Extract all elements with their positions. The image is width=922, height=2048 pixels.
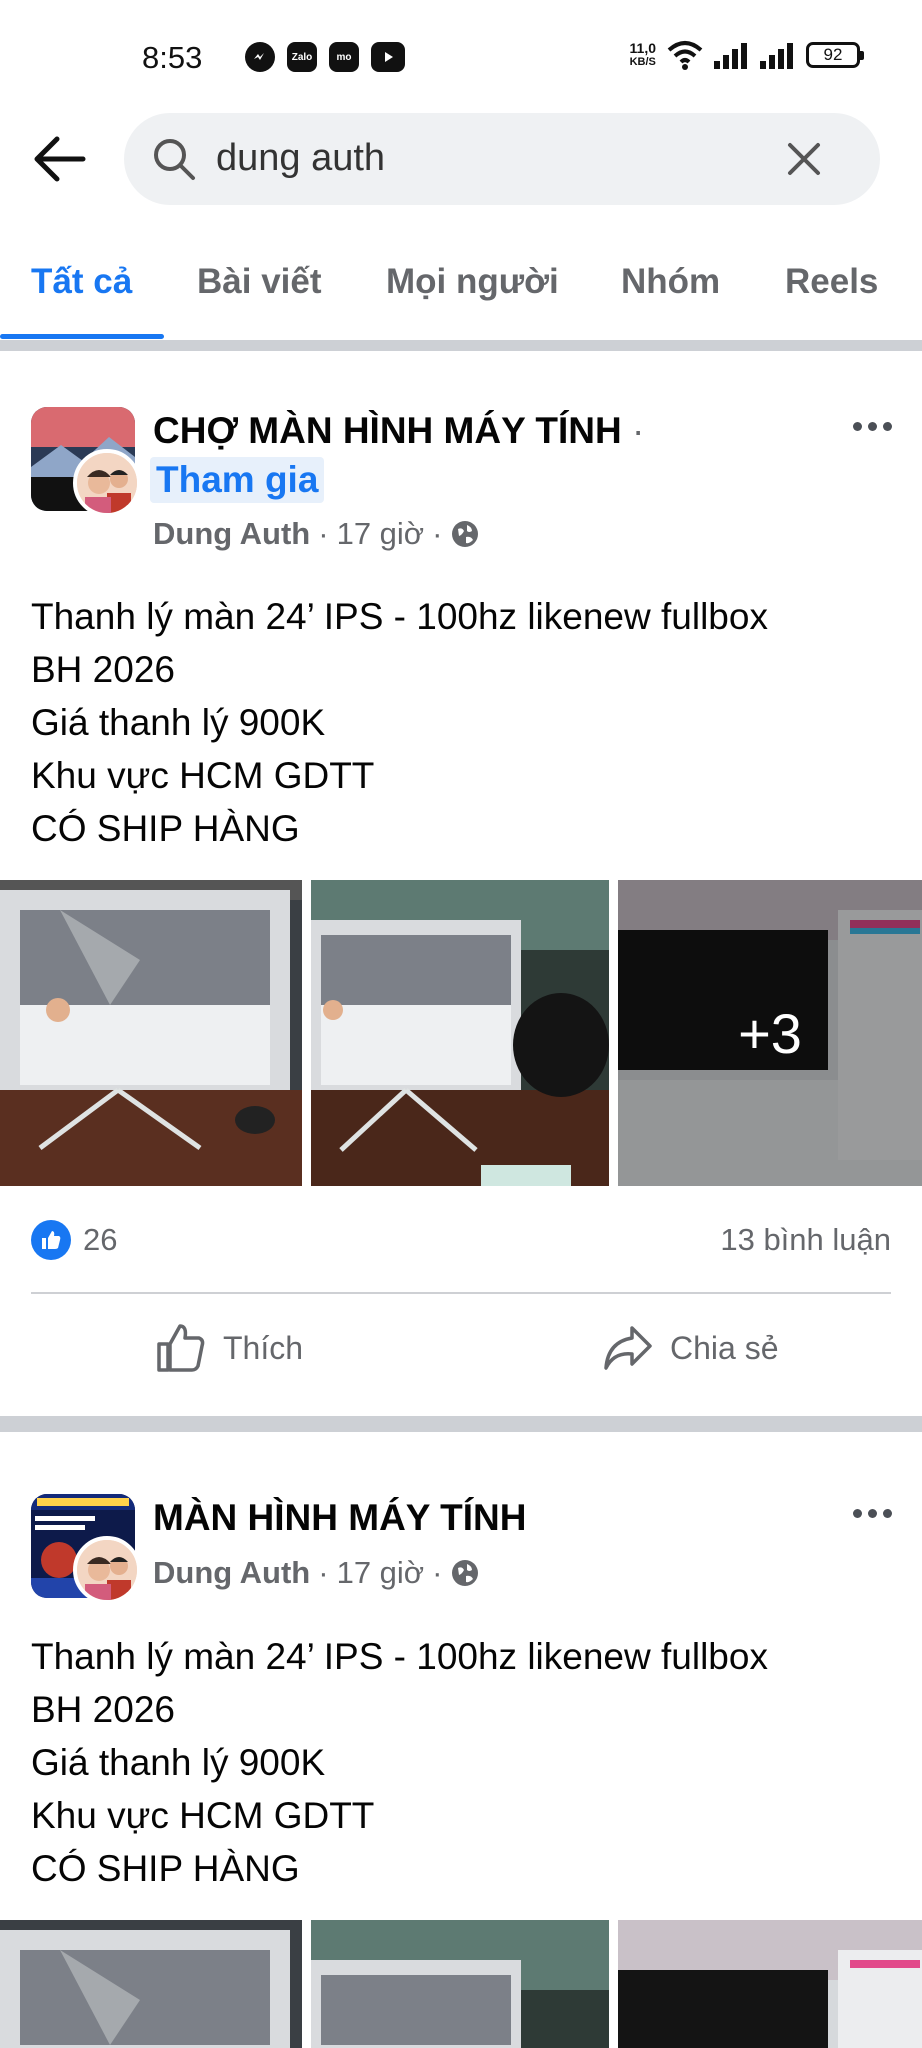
section-divider [0,1416,922,1432]
author-name[interactable]: Dung Auth [153,1555,310,1591]
photo-grid [0,1920,922,2048]
meta-dot: · [318,1555,329,1590]
post-text: Thanh lý màn 24’ IPS - 100hz likenew ful… [31,590,768,855]
group-avatar[interactable] [31,407,141,517]
close-icon[interactable] [784,139,824,179]
status-time: 8:53 [142,40,203,75]
meta-dot: · [432,1555,443,1590]
group-name[interactable]: CHỢ MÀN HÌNH MÁY TÍNH · [153,410,644,452]
thumbs-up-icon [157,1324,205,1372]
signal-icon-1 [714,43,747,69]
more-photos-overlay: +3 [618,880,922,1186]
back-button[interactable] [28,128,90,190]
battery-icon: 92 [806,42,864,68]
post-time: 17 giờ [336,516,425,551]
post-line: Khu vực HCM GDTT [31,755,375,796]
messenger-icon [245,42,275,72]
more-options-icon[interactable] [853,1509,892,1518]
section-divider [0,340,922,351]
tab-groups[interactable]: Nhóm [621,262,720,302]
post-line: BH 2026 [31,649,175,690]
post-line: BH 2026 [31,1689,175,1730]
tab-posts[interactable]: Bài viết [197,262,322,302]
status-right: 11,0 KB/S 92 [630,40,864,70]
group-avatar[interactable] [31,1494,141,1604]
post-photo-more[interactable]: +3 [618,880,922,1186]
globe-icon [452,521,479,547]
arrow-left-icon [34,136,86,182]
network-speed-unit: KB/S [629,56,656,68]
post-text: Thanh lý màn 24’ IPS - 100hz likenew ful… [31,1630,768,1895]
like-count[interactable]: 26 [83,1222,117,1258]
post-line: Thanh lý màn 24’ IPS - 100hz likenew ful… [31,596,768,637]
zalo-icon: Zalo [287,42,317,72]
post-meta: Dung Auth · 17 giờ · [153,516,480,552]
signal-icon-2 [760,43,793,69]
stats-divider [31,1292,891,1294]
meta-dot: · [432,516,443,551]
search-tabs: Tất cả Bài viết Mọi người Nhóm Reels [0,250,922,340]
post-line: CÓ SHIP HÀNG [31,1848,300,1889]
join-button[interactable]: Tham gia [150,457,325,503]
search-query: dung auth [216,137,386,179]
more-options-icon[interactable] [853,422,892,431]
share-icon [604,1326,652,1370]
post-photo[interactable] [0,880,302,1186]
author-avatar [73,449,141,517]
meta-dot: · [318,516,329,551]
author-avatar [73,1536,141,1604]
like-label: Thích [223,1329,304,1366]
post-stats: 26 13 bình luận [31,1216,891,1266]
search-icon [154,139,195,180]
search-input[interactable]: dung auth [124,113,880,205]
comment-count[interactable]: 13 bình luận [720,1222,891,1258]
post-photo[interactable] [311,1920,609,2048]
wifi-icon [667,41,703,70]
tab-people[interactable]: Mọi người [386,262,559,302]
post-line: Thanh lý màn 24’ IPS - 100hz likenew ful… [31,1636,768,1677]
share-button[interactable]: Chia sẻ [602,1322,779,1374]
youtube-icon [371,42,405,72]
like-reaction-icon [31,1220,71,1260]
status-bar: 8:53 Zalo mo 11,0 KB/S 92 [0,0,922,110]
post-line: Khu vực HCM GDTT [31,1795,375,1836]
post-line: Giá thanh lý 900K [31,702,326,743]
group-name[interactable]: MÀN HÌNH MÁY TÍNH [153,1497,526,1539]
group-name-text: CHỢ MÀN HÌNH MÁY TÍNH [153,410,622,451]
separator: · [631,410,645,451]
network-speed-value: 11,0 [629,40,656,56]
globe-icon [452,1560,479,1586]
post-meta: Dung Auth · 17 giờ · [153,1555,480,1591]
tab-reels[interactable]: Reels [785,262,878,302]
like-button[interactable]: Thích [155,1322,303,1374]
share-label: Chia sẻ [670,1329,779,1366]
network-speed: 11,0 KB/S [630,41,656,69]
momo-icon: mo [329,42,359,72]
notification-icons: Zalo mo [245,42,405,72]
post-photo[interactable] [311,880,609,1186]
tab-active-indicator [0,334,164,339]
tab-all[interactable]: Tất cả [31,262,132,302]
photo-grid: +3 [0,880,922,1186]
post-photo[interactable] [618,1920,922,2048]
post-line: CÓ SHIP HÀNG [31,808,300,849]
post-line: Giá thanh lý 900K [31,1742,326,1783]
author-name[interactable]: Dung Auth [153,516,310,552]
post-time: 17 giờ [336,1555,425,1590]
post-photo[interactable] [0,1920,302,2048]
